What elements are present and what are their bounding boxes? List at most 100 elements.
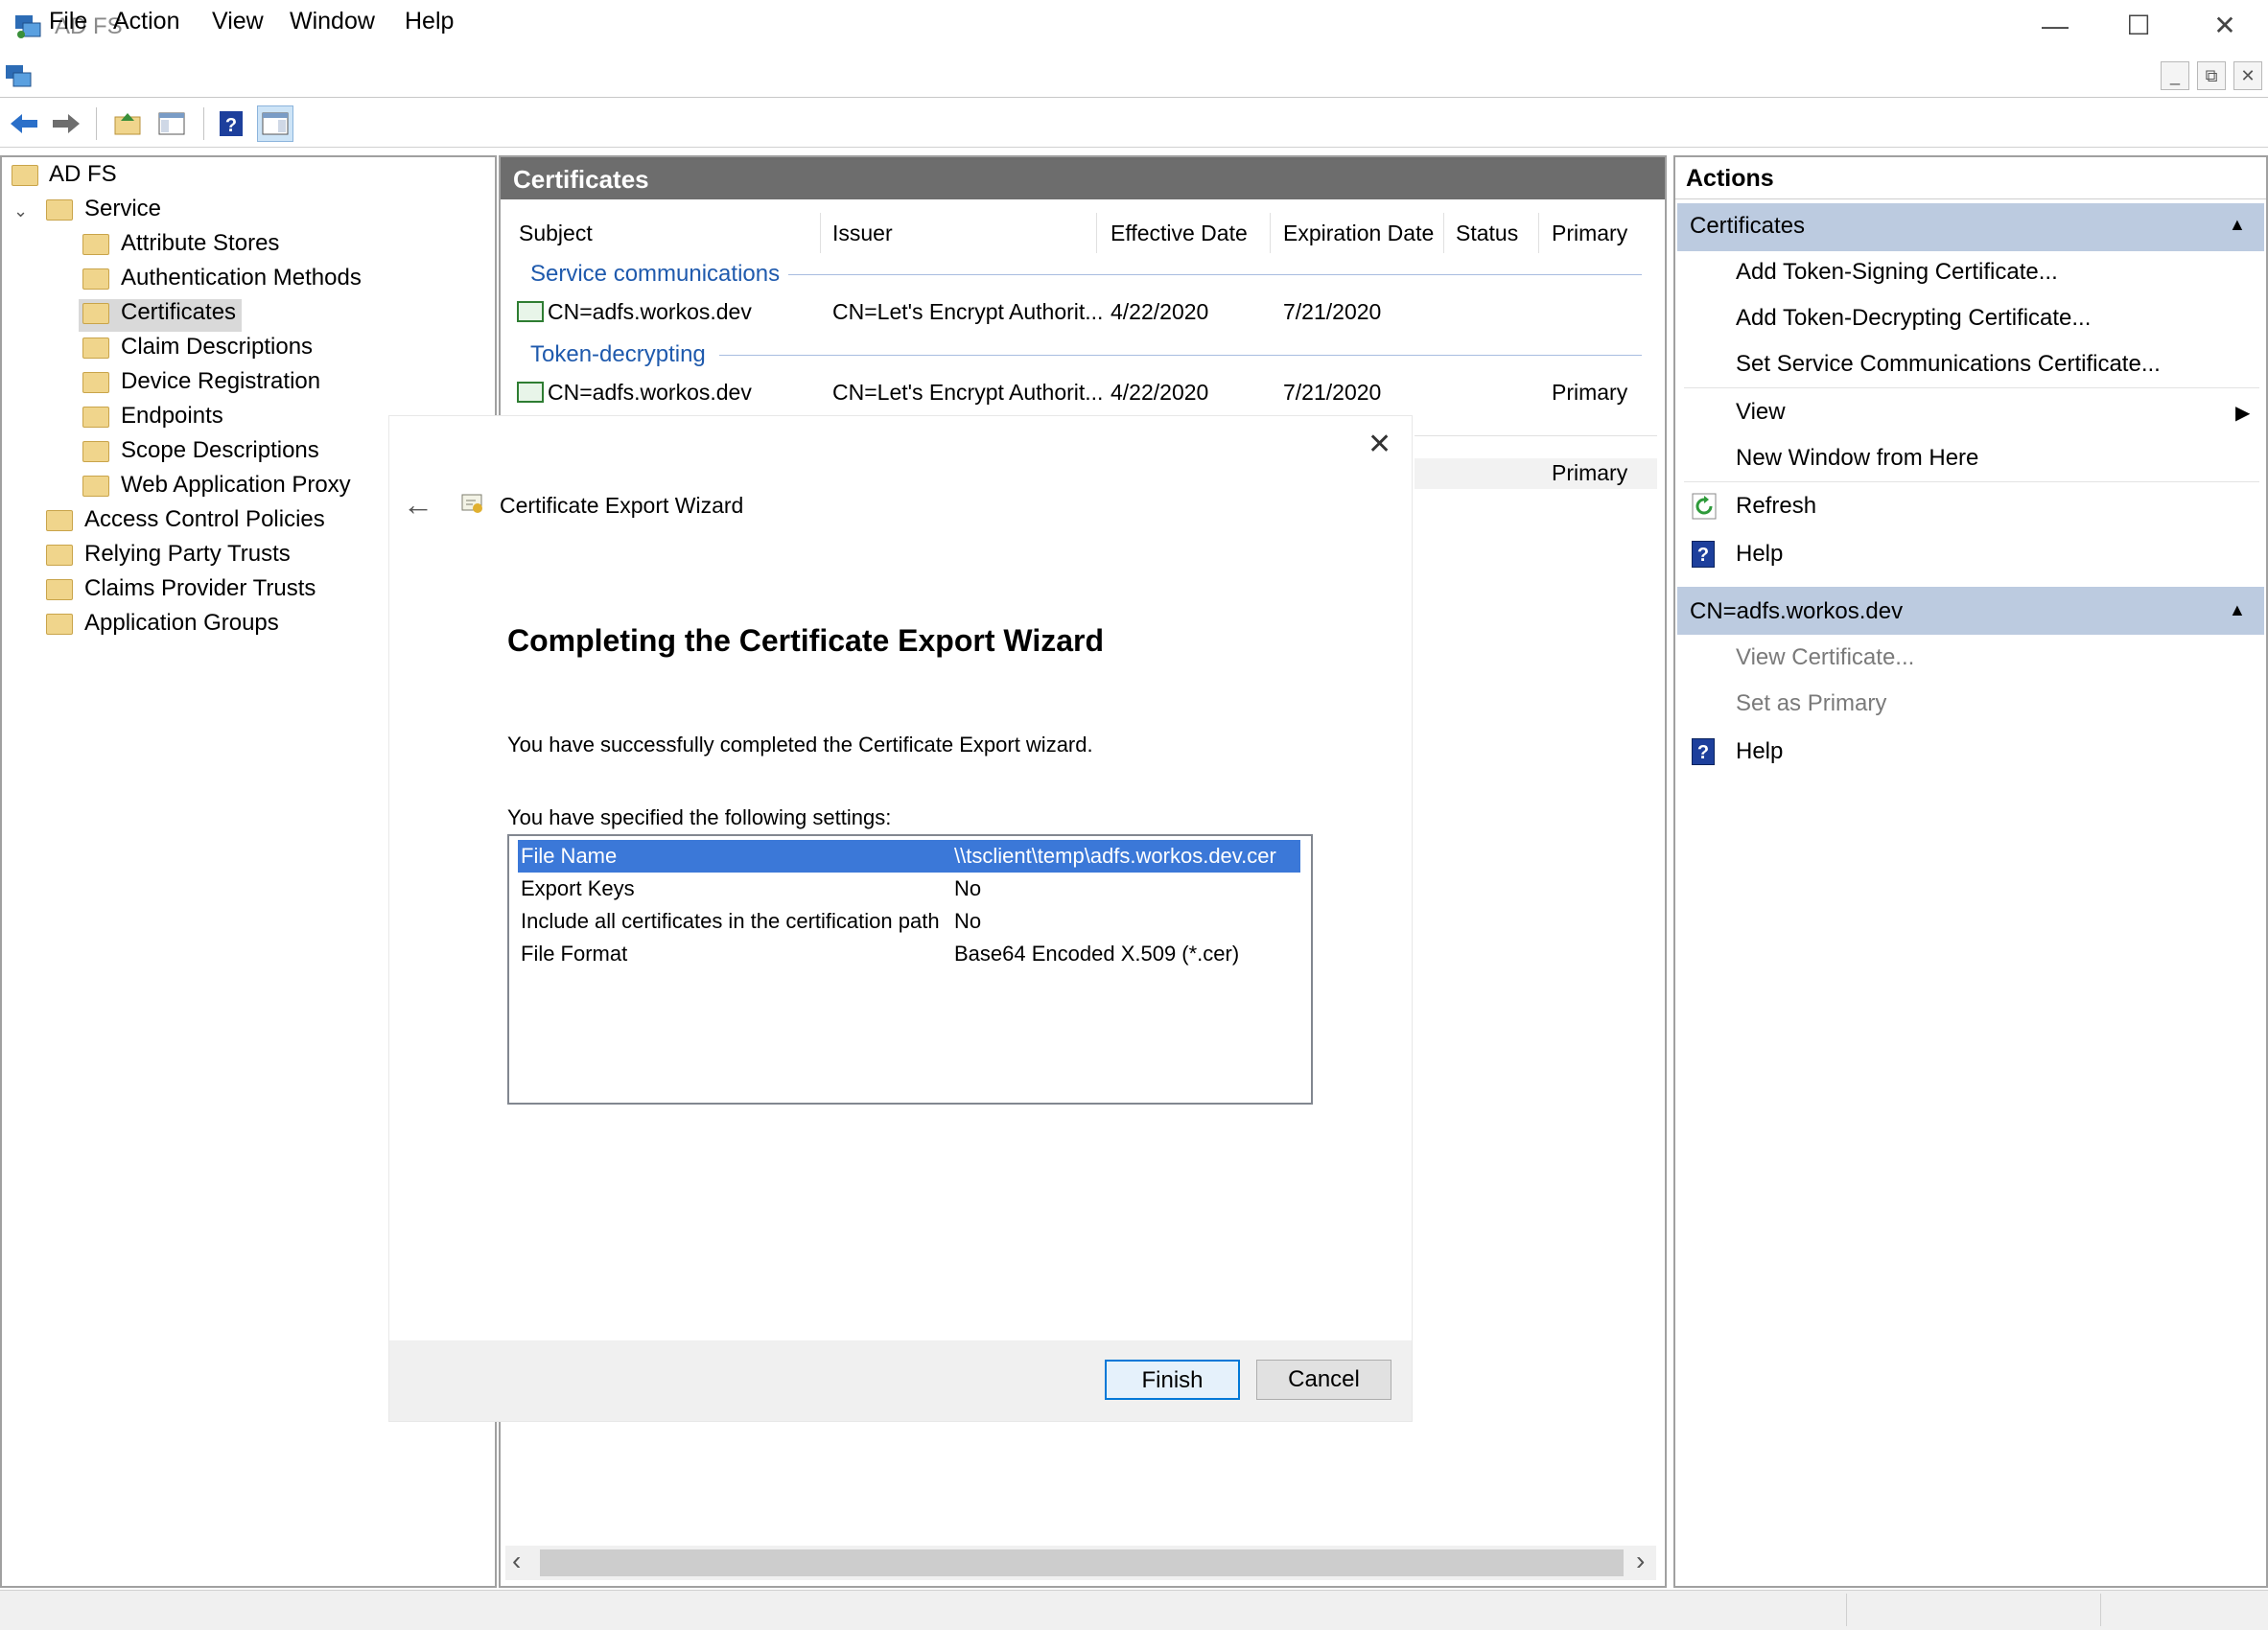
scroll-left-icon[interactable]: ‹ xyxy=(512,1546,521,1576)
tree-node-adfs[interactable]: AD FS xyxy=(49,161,117,188)
actions-title: Actions xyxy=(1686,165,1774,192)
mmc-icon xyxy=(4,61,33,90)
tree-node-relying-party-trusts[interactable]: Relying Party Trusts xyxy=(84,541,291,568)
actions-section-selected-cert[interactable]: CN=adfs.workos.dev xyxy=(1690,598,1903,625)
tree-node-certificates[interactable]: Certificates xyxy=(121,299,236,326)
group-token-decrypting[interactable]: Token-decrypting xyxy=(530,341,706,368)
action-add-token-signing[interactable]: Add Token-Signing Certificate... xyxy=(1736,259,2058,286)
setting-key: Include all certificates in the certific… xyxy=(521,909,940,933)
column-primary[interactable]: Primary xyxy=(1552,221,1627,246)
back-icon[interactable] xyxy=(6,105,42,142)
column-effective-date[interactable]: Effective Date xyxy=(1111,221,1248,246)
tree-node-application-groups[interactable]: Application Groups xyxy=(84,610,279,637)
setting-value: \\tsclient\temp\adfs.workos.dev.cer xyxy=(954,844,1276,868)
menu-view[interactable]: View xyxy=(212,8,264,35)
action-set-as-primary[interactable]: Set as Primary xyxy=(1736,690,1886,717)
column-divider[interactable] xyxy=(1270,213,1271,253)
column-divider[interactable] xyxy=(820,213,821,253)
up-folder-icon[interactable] xyxy=(109,105,146,142)
help-icon: ? xyxy=(1692,738,1715,765)
column-divider[interactable] xyxy=(1538,213,1539,253)
tree-node-endpoints[interactable]: Endpoints xyxy=(121,403,223,430)
setting-key: File Format xyxy=(521,942,628,966)
cert-subject[interactable]: CN=adfs.workos.dev xyxy=(548,299,752,325)
actions-section-certificates[interactable]: Certificates xyxy=(1690,213,1805,240)
setting-key: Export Keys xyxy=(521,876,635,900)
forward-icon[interactable] xyxy=(48,105,84,142)
submenu-arrow-icon: ▶ xyxy=(2235,403,2251,424)
action-help[interactable]: Help xyxy=(1736,541,1783,568)
setting-value: No xyxy=(954,876,982,900)
tree-node-access-control-policies[interactable]: Access Control Policies xyxy=(84,506,325,533)
folder-icon xyxy=(46,199,73,221)
refresh-icon xyxy=(1692,493,1717,524)
wizard-close-icon[interactable]: ✕ xyxy=(1368,428,1391,461)
column-subject[interactable]: Subject xyxy=(519,221,593,246)
cert-primary: Primary xyxy=(1552,460,1628,485)
chevron-down-icon[interactable]: ⌄ xyxy=(13,201,28,221)
tree-node-web-application-proxy[interactable]: Web Application Proxy xyxy=(121,472,351,499)
action-refresh[interactable]: Refresh xyxy=(1736,493,1816,520)
action-new-window[interactable]: New Window from Here xyxy=(1736,445,1978,472)
status-bar xyxy=(0,1590,2268,1630)
column-divider[interactable] xyxy=(1096,213,1097,253)
menu-file[interactable]: File xyxy=(49,8,87,35)
action-view[interactable]: View xyxy=(1736,399,1786,426)
svg-text:?: ? xyxy=(225,115,237,136)
action-help[interactable]: Help xyxy=(1736,738,1783,765)
actions-separator xyxy=(1684,481,2259,482)
tree-node-scope-descriptions[interactable]: Scope Descriptions xyxy=(121,437,319,464)
setting-value: Base64 Encoded X.509 (*.cer) xyxy=(954,942,1240,966)
tree-node-claims-provider-trusts[interactable]: Claims Provider Trusts xyxy=(84,575,316,602)
scroll-right-icon[interactable]: › xyxy=(1636,1546,1645,1576)
certificate-icon xyxy=(517,382,544,403)
collapse-icon[interactable]: ▲ xyxy=(2229,600,2246,620)
group-service-communications[interactable]: Service communications xyxy=(530,261,780,288)
menu-help[interactable]: Help xyxy=(405,8,454,35)
cert-effective-date: 4/22/2020 xyxy=(1111,299,1209,324)
cert-issuer: CN=Let's Encrypt Authorit... xyxy=(832,299,1104,324)
toolbar-separator xyxy=(203,107,204,140)
close-button[interactable]: ✕ xyxy=(2182,4,2268,48)
menu-action[interactable]: Action xyxy=(113,8,179,35)
menu-window[interactable]: Window xyxy=(290,8,375,35)
mdi-close-button[interactable]: ✕ xyxy=(2233,61,2262,90)
action-set-service-communications[interactable]: Set Service Communications Certificate..… xyxy=(1736,351,2161,378)
cancel-button[interactable]: Cancel xyxy=(1256,1360,1391,1400)
mdi-restore-button[interactable]: ⧉ xyxy=(2197,61,2226,90)
maximize-button[interactable]: ☐ xyxy=(2095,4,2182,48)
folder-icon xyxy=(82,441,109,462)
cert-issuer: CN=Let's Encrypt Authorit... xyxy=(832,380,1104,405)
tree-node-claim-descriptions[interactable]: Claim Descriptions xyxy=(121,334,313,361)
tree-node-service[interactable]: Service xyxy=(84,196,161,222)
app-icon xyxy=(13,12,42,40)
folder-icon xyxy=(82,372,109,393)
tree-node-authentication-methods[interactable]: Authentication Methods xyxy=(121,265,362,291)
folder-icon xyxy=(82,303,109,324)
action-view-certificate[interactable]: View Certificate... xyxy=(1736,644,1914,671)
certificate-icon xyxy=(517,301,544,322)
help-icon[interactable]: ? xyxy=(213,105,249,142)
setting-value: No xyxy=(954,909,982,933)
scrollbar-thumb[interactable] xyxy=(540,1549,1624,1576)
wizard-back-icon[interactable]: ← xyxy=(403,487,433,523)
column-expiration-date[interactable]: Expiration Date xyxy=(1283,221,1434,246)
wizard-heading: Completing the Certificate Export Wizard xyxy=(507,623,1104,658)
column-status[interactable]: Status xyxy=(1456,221,1518,246)
column-issuer[interactable]: Issuer xyxy=(832,221,893,246)
status-divider xyxy=(1846,1594,1847,1626)
folder-icon xyxy=(82,407,109,428)
finish-button[interactable]: Finish xyxy=(1105,1360,1240,1400)
show-hide-tree-icon[interactable] xyxy=(153,105,190,142)
tree-node-attribute-stores[interactable]: Attribute Stores xyxy=(121,230,279,257)
status-divider xyxy=(2100,1594,2101,1626)
mdi-minimize-button[interactable]: _ xyxy=(2161,61,2189,90)
tree-node-device-registration[interactable]: Device Registration xyxy=(121,368,320,395)
show-hide-action-pane-icon[interactable] xyxy=(257,105,293,142)
collapse-icon[interactable]: ▲ xyxy=(2229,215,2246,235)
action-add-token-decrypting[interactable]: Add Token-Decrypting Certificate... xyxy=(1736,305,2091,332)
cert-subject[interactable]: CN=adfs.workos.dev xyxy=(548,380,752,406)
menu-bar xyxy=(0,56,2268,98)
minimize-button[interactable]: — xyxy=(2012,4,2098,48)
column-divider[interactable] xyxy=(1443,213,1444,253)
